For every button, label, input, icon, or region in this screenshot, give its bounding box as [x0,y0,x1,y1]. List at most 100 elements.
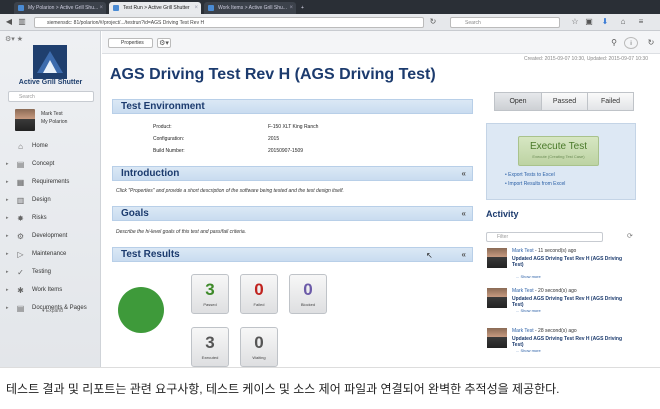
activity-text[interactable]: Updated AGS Driving Test Rev H (AGS Driv… [512,256,622,268]
clipboard-icon[interactable]: ▣ [584,17,594,27]
sidebar-item-design[interactable]: ▸ ▥ Design [0,194,101,208]
tab-close-icon[interactable]: × [99,2,103,14]
sidebar-item-work-items[interactable]: ▸ ✱ Work Items [0,284,101,298]
sidebar-item-label: Maintenance [32,251,67,257]
design-icon: ▥ [16,196,25,205]
info-icon[interactable]: i [624,37,638,49]
testing-icon: ✓ [17,268,24,277]
stat-failed[interactable]: 0 Failed [240,274,278,314]
tab-close-icon[interactable]: × [194,2,198,14]
page-toolbar: Properties ⚙▾ ⚲ i ↻ [102,31,660,54]
section-heading: Test Environment [121,101,205,112]
export-excel-link[interactable]: • Export Tests to Excel [505,172,555,178]
sidebar-item-development[interactable]: ▸ ⚙ Development [0,230,101,244]
project-name[interactable]: Active Grill Shutter [0,79,101,86]
expand-arrow-icon[interactable]: ▸ [6,251,9,257]
stat-executed[interactable]: 3 Executed [191,327,229,367]
execute-test-button[interactable]: Execute Test Execute (Creating Test Case… [518,136,599,166]
filter-passed-button[interactable]: Passed [541,92,588,111]
stat-passed[interactable]: 3 Passed [191,274,229,314]
filter-open-button[interactable]: Open [494,92,542,111]
expand-button[interactable]: ▾ Expand [42,308,63,314]
filter-failed-button[interactable]: Failed [587,92,634,111]
sidebar-item-maintenance[interactable]: ▸ ▷ Maintenance [0,248,101,262]
sidebar-item-label: Requirements [32,179,70,185]
show-more-link[interactable]: ... Show more [516,348,541,353]
my-polarion-link[interactable]: My Polarion [41,119,67,125]
new-tab-button[interactable]: + [298,2,310,14]
expand-arrow-icon[interactable]: ▸ [6,197,9,203]
section-goals[interactable]: Goals « [112,206,473,221]
expand-arrow-icon[interactable]: ▸ [6,287,9,293]
properties-button[interactable]: Properties [108,38,153,48]
reload-icon[interactable]: ↻ [428,17,438,27]
activity-user-link[interactable]: Mark Test [512,248,534,254]
sidebar-item-label: Work Items [32,287,63,293]
expand-arrow-icon[interactable]: ▸ [6,179,9,185]
sidebar-item-risks[interactable]: ▸ ✸ Risks [0,212,101,226]
sidebar-search-input[interactable]: Search [8,91,94,102]
browser-tab-my-polarion[interactable]: My Polarion > Active Grill Shu... × [14,2,106,14]
show-more-link[interactable]: ... Show more [516,274,541,279]
stat-waiting[interactable]: 0 Waiting [240,327,278,367]
activity-text[interactable]: Updated AGS Driving Test Rev H (AGS Driv… [512,296,622,308]
expand-arrow-icon[interactable]: ▸ [6,233,9,239]
sidebar-item-concept[interactable]: ▸ ▤ Concept [0,158,101,172]
stat-label: Passed [203,302,217,307]
expand-arrow-icon[interactable]: ▸ [6,161,9,167]
execute-panel: Execute Test Execute (Creating Test Case… [486,123,636,200]
activity-item: Mark Test - 11 second(s) ago Updated AGS … [486,248,636,288]
stat-blocked[interactable]: 0 Blocked [289,274,327,314]
collapse-icon[interactable]: « [462,167,466,181]
sidebar-settings-icon[interactable]: ⚙▾ ★ [5,35,23,43]
env-key-configuration: Configuration: [153,136,185,142]
menu-icon[interactable]: ≡ [636,17,646,27]
page-title: AGS Driving Test Rev H (AGS Driving Test… [110,66,436,83]
activity-meta: Mark Test - 28 second(s) ago [512,328,577,334]
import-results-link[interactable]: • Import Results from Excel [505,181,565,187]
stat-label: Blocked [300,302,316,307]
activity-refresh-icon[interactable]: ⟳ [627,232,633,240]
star-icon[interactable]: ☆ [570,17,580,27]
link-icon[interactable]: ⚲ [607,37,621,49]
download-icon[interactable]: ⬇ [600,17,610,27]
refresh-icon[interactable]: ↻ [644,37,658,49]
activity-meta: Mark Test - 11 second(s) ago [512,248,576,254]
sidebar-item-label: Testing [32,269,52,275]
sidebar-item-label: Home [32,143,49,149]
browser-search-input[interactable]: Search [450,17,560,28]
tab-close-icon[interactable]: × [289,2,293,14]
introduction-text: Click "Properties" and provide a short d… [116,188,344,194]
expand-arrow-icon[interactable]: ▸ [6,305,9,311]
back-icon[interactable]: ◀ [4,17,14,27]
activity-filter-input[interactable]: Filter [486,232,603,242]
activity-text[interactable]: Updated AGS Driving Test Rev H (AGS Driv… [512,336,622,348]
section-introduction[interactable]: Introduction « [112,166,473,181]
home-icon[interactable]: ⌂ [618,17,628,27]
section-test-results[interactable]: Test Results « [112,247,473,262]
reader-icon[interactable]: ▥ [17,17,27,27]
browser-tab-test-run[interactable]: Test Run > Active Grill Shutter × [109,2,201,14]
sidebar-item-home[interactable]: ⌂ Home [0,140,101,154]
work-items-icon: ✱ [17,286,24,295]
tab-favicon-icon [208,5,214,11]
collapse-icon[interactable]: « [462,207,466,221]
browser-tab-work-items[interactable]: Work Items > Active Grill Shu... × [204,2,296,14]
mouse-cursor-icon: ↖ [426,251,433,260]
url-input[interactable]: siemensdc: 81/polarion/#/project/.../tes… [34,17,424,28]
expand-arrow-icon[interactable]: ▸ [6,215,9,221]
tab-favicon-icon [18,5,24,11]
sidebar-item-requirements[interactable]: ▸ ▦ Requirements [0,176,101,190]
show-more-link[interactable]: ... Show more [516,308,541,313]
activity-user-link[interactable]: Mark Test [512,328,534,334]
sidebar-item-testing[interactable]: ▸ ✓ Testing [0,266,101,280]
user-name[interactable]: Mark Test [41,111,63,117]
collapse-icon[interactable]: « [462,248,466,262]
execute-title: Execute Test [529,141,588,152]
section-test-environment[interactable]: Test Environment [112,99,473,114]
stat-value: 3 [205,280,215,299]
gear-menu-button[interactable]: ⚙▾ [157,38,171,48]
user-card: Mark Test My Polarion [15,109,95,135]
expand-arrow-icon[interactable]: ▸ [6,269,9,275]
activity-user-link[interactable]: Mark Test [512,288,534,294]
